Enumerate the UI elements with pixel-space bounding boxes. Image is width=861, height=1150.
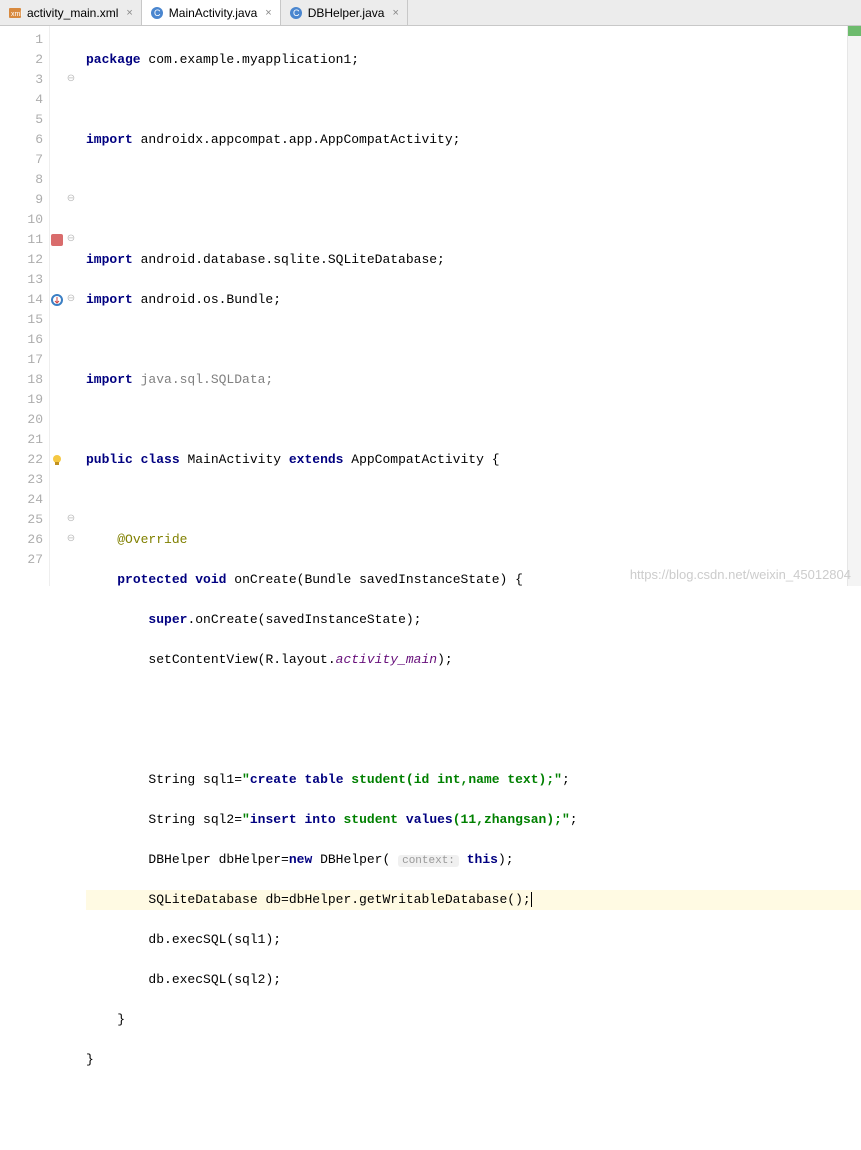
watermark-text: https://blog.csdn.net/weixin_45012804 [630, 567, 851, 582]
scrollbar-marker [848, 26, 861, 36]
close-icon[interactable]: × [392, 7, 398, 19]
marker-gutter [50, 26, 64, 586]
class-marker-icon [50, 230, 64, 250]
tab-label: activity_main.xml [27, 6, 118, 20]
close-icon[interactable]: × [265, 7, 271, 19]
editor-tabs: xml activity_main.xml × C MainActivity.j… [0, 0, 861, 26]
lightbulb-icon[interactable] [50, 450, 64, 470]
code-editor[interactable]: 12345 678910 1112131415 1617181920 21222… [0, 26, 861, 586]
svg-text:C: C [293, 8, 300, 18]
tab-main-activity-java[interactable]: C MainActivity.java × [142, 0, 281, 25]
svg-text:C: C [154, 8, 161, 18]
fold-gutter: ⊖ ⊖ ⊖⊖ ⊖ ⊖ [64, 26, 78, 586]
close-icon[interactable]: × [126, 7, 132, 19]
svg-text:xml: xml [11, 11, 22, 18]
line-number-gutter: 12345 678910 1112131415 1617181920 21222… [0, 26, 50, 586]
vertical-scrollbar[interactable] [847, 26, 861, 586]
tab-activity-main-xml[interactable]: xml activity_main.xml × [0, 0, 142, 25]
override-marker-icon[interactable] [50, 290, 64, 310]
tab-label: DBHelper.java [308, 6, 385, 20]
tab-dbhelper-java[interactable]: C DBHelper.java × [281, 0, 408, 25]
class-file-icon: C [150, 6, 164, 20]
code-area[interactable]: package com.example.myapplication1; impo… [78, 26, 861, 586]
class-file-icon: C [289, 6, 303, 20]
xml-file-icon: xml [8, 6, 22, 20]
tab-label: MainActivity.java [169, 6, 257, 20]
